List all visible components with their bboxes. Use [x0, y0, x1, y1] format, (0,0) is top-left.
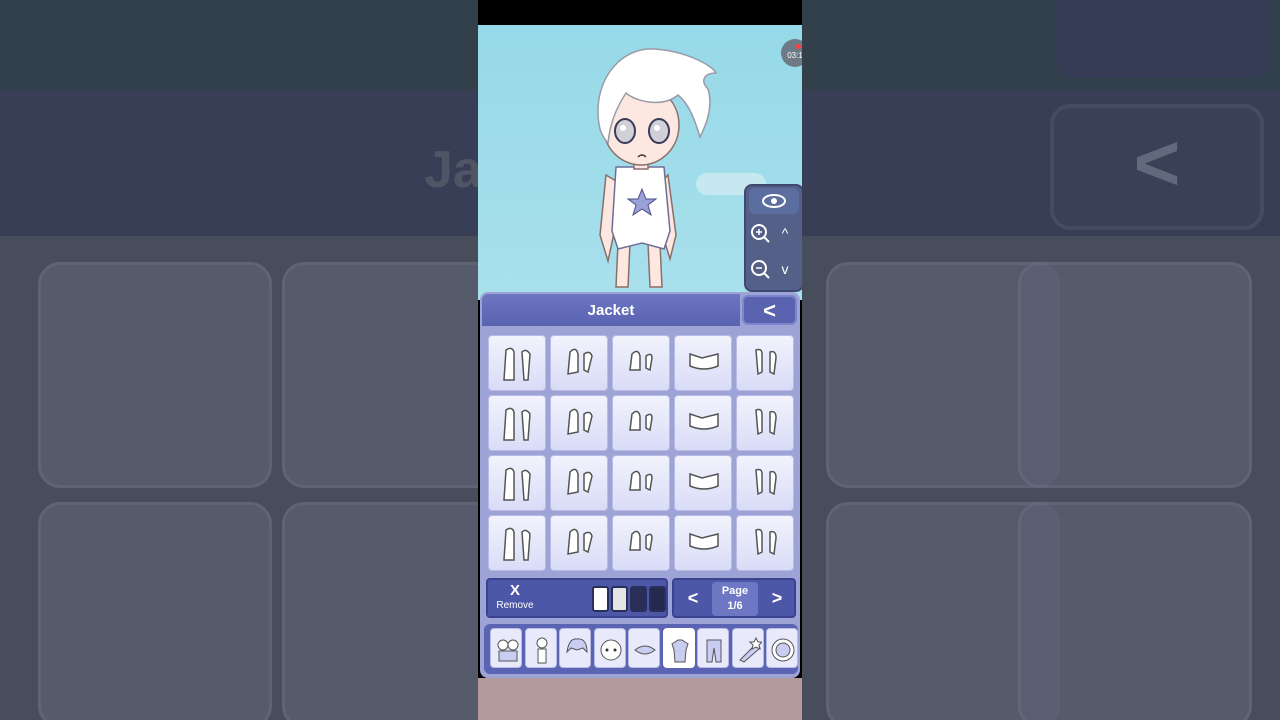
tab-hair[interactable]	[559, 628, 591, 668]
panel-title: Jacket	[482, 294, 740, 326]
jacket-icon	[567, 408, 593, 435]
remove-label: Remove	[496, 600, 534, 611]
accessories-icon	[634, 645, 656, 655]
jacket-item-tile[interactable]	[488, 455, 546, 511]
jacket-icon	[629, 530, 653, 552]
remove-button[interactable]: X Remove	[490, 582, 540, 616]
page-indicator: Page 1/6	[712, 582, 758, 616]
jacket-icon	[755, 408, 777, 436]
jacket-item-tile[interactable]	[550, 515, 608, 571]
jacket-icon	[755, 528, 777, 556]
jacket-icon	[629, 410, 653, 432]
jacket-icon	[503, 467, 531, 501]
jacket-item-tile[interactable]	[736, 395, 794, 451]
jacket-icon	[755, 348, 777, 376]
next-page-button[interactable]: >	[762, 584, 792, 612]
jacket-icon	[689, 412, 719, 430]
background-right: <	[802, 0, 1280, 720]
tab-props[interactable]	[731, 628, 764, 668]
color-swatch[interactable]	[649, 586, 666, 612]
bottom-area	[478, 678, 802, 720]
item-grid	[488, 335, 796, 571]
body-icon	[536, 637, 547, 664]
camera-controls: ^ v	[744, 184, 802, 292]
clothing-panel: Jacket < X Remove < Page 1/6 >	[480, 292, 800, 678]
jacket-item-tile[interactable]	[612, 395, 670, 451]
jacket-icon	[689, 532, 719, 550]
status-bar	[478, 0, 802, 25]
jacket-item-tile[interactable]	[488, 395, 546, 451]
jacket-icon	[689, 352, 719, 370]
page-label: Page	[721, 585, 749, 597]
jacket-item-tile[interactable]	[674, 335, 732, 391]
move-down-button[interactable]: v	[774, 254, 796, 284]
character-stage[interactable]: 03:1 ^ v	[478, 25, 802, 300]
jacket-item-tile[interactable]	[736, 515, 794, 571]
zoom-out-icon	[751, 260, 770, 279]
tab-profile[interactable]	[766, 628, 798, 668]
color-swatch[interactable]	[592, 586, 609, 612]
color-swatch[interactable]	[630, 586, 647, 612]
tab-top[interactable]	[662, 628, 695, 668]
jacket-item-tile[interactable]	[612, 515, 670, 571]
jacket-icon	[567, 528, 593, 555]
top-icon	[670, 639, 689, 663]
prev-page-button[interactable]: <	[678, 584, 708, 612]
bottom-icon	[706, 639, 722, 663]
jacket-icon	[503, 527, 531, 561]
jacket-item-tile[interactable]	[674, 515, 732, 571]
panel-back-button[interactable]: <	[742, 295, 797, 325]
jacket-item-tile[interactable]	[736, 455, 794, 511]
jacket-icon	[629, 350, 653, 372]
tab-bottom[interactable]	[697, 628, 729, 668]
zoom-in-button[interactable]	[749, 218, 771, 248]
presets-icon	[497, 639, 519, 662]
jacket-item-tile[interactable]	[736, 335, 794, 391]
zoom-out-button[interactable]	[749, 254, 771, 284]
pagination: < Page 1/6 >	[672, 578, 796, 618]
background-left: Ja	[0, 0, 478, 720]
props-icon	[738, 636, 762, 663]
jacket-item-tile[interactable]	[612, 335, 670, 391]
color-swatch[interactable]	[611, 586, 628, 612]
jacket-item-tile[interactable]	[550, 455, 608, 511]
jacket-item-tile[interactable]	[674, 395, 732, 451]
move-up-button[interactable]: ^	[774, 218, 796, 248]
jacket-icon	[567, 348, 593, 375]
jacket-item-tile[interactable]	[488, 335, 546, 391]
game-screen: 03:1 ^ v Jacket < X Remove < Page 1/6 >	[478, 0, 802, 720]
jacket-item-tile[interactable]	[550, 395, 608, 451]
tab-accessories[interactable]	[628, 628, 660, 668]
profile-icon	[771, 638, 795, 662]
color-controls: X Remove	[486, 578, 668, 618]
zoom-in-icon	[751, 224, 770, 243]
jacket-icon	[503, 347, 531, 381]
tab-face[interactable]	[593, 628, 626, 668]
jacket-icon	[629, 470, 653, 492]
eye-icon	[762, 194, 786, 208]
jacket-icon	[503, 407, 531, 441]
face-icon	[600, 639, 621, 661]
jacket-icon	[755, 468, 777, 496]
hair-icon	[566, 638, 588, 654]
jacket-item-tile[interactable]	[674, 455, 732, 511]
remove-icon: X	[509, 582, 520, 599]
page-value: 1/6	[727, 600, 743, 612]
jacket-item-tile[interactable]	[550, 335, 608, 391]
jacket-item-tile[interactable]	[612, 455, 670, 511]
jacket-item-tile[interactable]	[488, 515, 546, 571]
tab-presets[interactable]	[490, 628, 522, 668]
tab-body[interactable]	[524, 628, 557, 668]
jacket-icon	[689, 472, 719, 490]
eye-toggle[interactable]	[749, 188, 799, 214]
jacket-icon	[567, 468, 593, 495]
category-tabs	[484, 624, 798, 674]
